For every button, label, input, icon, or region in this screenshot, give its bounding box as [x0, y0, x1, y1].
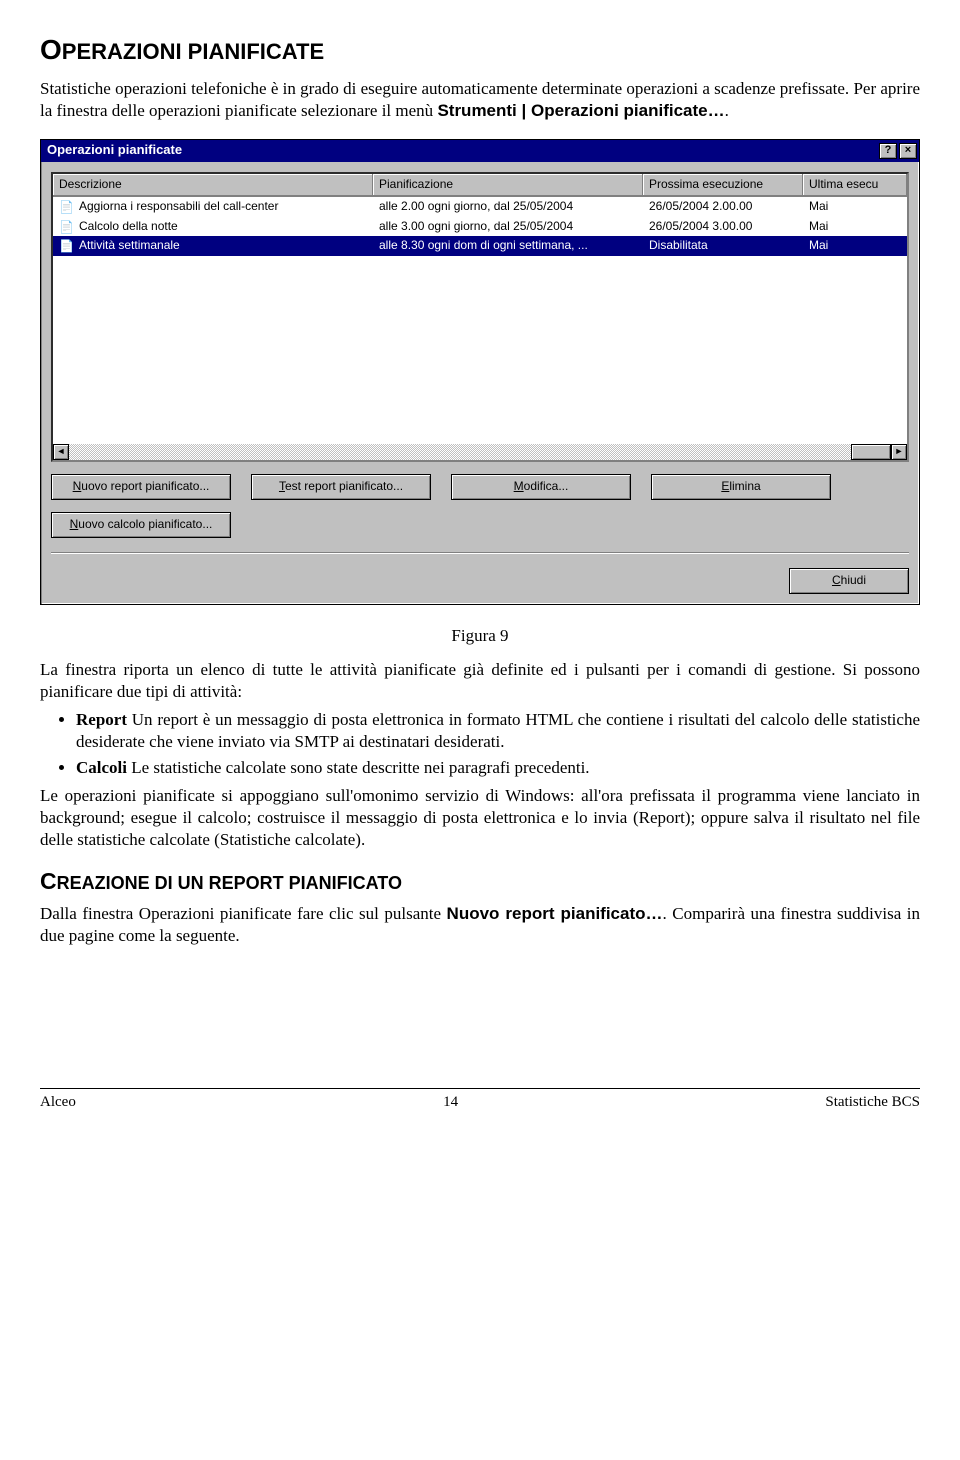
list-item: Report Un report è un messaggio di posta…	[76, 709, 920, 753]
cell-plan: alle 8.30 ogni dom di ogni settimana, ..…	[373, 237, 643, 255]
title-cap: O	[40, 34, 62, 65]
cell-desc: 📄Attività settimanale	[53, 237, 373, 255]
dialog-title: Operazioni pianificate	[43, 142, 877, 159]
intro-paragraph: Statistiche operazioni telefoniche è in …	[40, 78, 920, 122]
col-header-next[interactable]: Prossima esecuzione	[643, 174, 803, 197]
list-header: Descrizione Pianificazione Prossima esec…	[53, 174, 907, 198]
figure-caption: Figura 9	[40, 625, 920, 647]
cell-next: Disabilitata	[643, 237, 803, 255]
scroll-right-icon[interactable]: ►	[891, 444, 907, 460]
sec2-rest: REAZIONE DI UN REPORT PIANIFICATO	[57, 873, 402, 893]
table-row[interactable]: 📄Attività settimanalealle 8.30 ogni dom …	[53, 236, 907, 256]
cell-next: 26/05/2004 3.00.00	[643, 218, 803, 236]
chiudi-button[interactable]: Chiudi	[789, 568, 909, 594]
button-row-2: Nuovo calcolo pianificato...	[51, 512, 909, 538]
close-button[interactable]: ×	[899, 143, 917, 159]
bullet-list: Report Un report è un messaggio di posta…	[76, 709, 920, 779]
scroll-left-icon[interactable]: ◄	[53, 444, 69, 460]
dialog-body: Descrizione Pianificazione Prossima esec…	[41, 162, 919, 604]
cell-last: Mai	[803, 198, 907, 216]
table-row[interactable]: 📄Calcolo della nottealle 3.00 ogni giorn…	[53, 217, 907, 237]
footer-left: Alceo	[40, 1093, 76, 1113]
intro-end: .	[725, 101, 729, 120]
bullet-term: Report	[76, 710, 127, 729]
cell-plan: alle 3.00 ogni giorno, dal 25/05/2004	[373, 218, 643, 236]
sec2-cap: C	[40, 868, 57, 894]
footer-right: Statistiche BCS	[825, 1093, 920, 1113]
scroll-track[interactable]	[69, 444, 891, 460]
elimina-button[interactable]: Elimina	[651, 474, 831, 500]
col-header-last[interactable]: Ultima esecu	[803, 174, 907, 197]
divider	[51, 552, 909, 554]
para-4: Dalla finestra Operazioni pianificate fa…	[40, 903, 920, 947]
menu-path: Strumenti | Operazioni pianificate…	[437, 101, 724, 120]
list-frame: Descrizione Pianificazione Prossima esec…	[51, 172, 909, 462]
title-rest: PERAZIONI PIANIFICATE	[62, 39, 324, 64]
list-item: Calcoli Le statistiche calcolate sono st…	[76, 757, 920, 779]
scroll-thumb[interactable]	[851, 444, 891, 460]
horizontal-scrollbar[interactable]: ◄ ►	[53, 444, 907, 460]
task-icon: 📄	[59, 239, 77, 253]
col-header-plan[interactable]: Pianificazione	[373, 174, 643, 197]
task-icon: 📄	[59, 220, 77, 234]
nuovo-report-button[interactable]: Nuovo report pianificato...	[51, 474, 231, 500]
bullet-text: Un report è un messaggio di posta elettr…	[76, 710, 920, 751]
cell-desc: 📄Calcolo della notte	[53, 218, 373, 236]
para-2: La finestra riporta un elenco di tutte l…	[40, 659, 920, 703]
page-footer: Alceo 14 Statistiche BCS	[40, 1088, 920, 1113]
table-row[interactable]: 📄Aggiorna i responsabili del call-center…	[53, 197, 907, 217]
button-row-3: Chiudi	[51, 568, 909, 594]
cell-next: 26/05/2004 2.00.00	[643, 198, 803, 216]
nuovo-calcolo-button[interactable]: Nuovo calcolo pianificato...	[51, 512, 231, 538]
help-button[interactable]: ?	[879, 143, 897, 159]
bullet-term: Calcoli	[76, 758, 127, 777]
bullet-text: Le statistiche calcolate sono state desc…	[127, 758, 590, 777]
test-report-button[interactable]: Test report pianificato...	[251, 474, 431, 500]
cell-plan: alle 2.00 ogni giorno, dal 25/05/2004	[373, 198, 643, 216]
button-row-1: Nuovo report pianificato... Test report …	[51, 474, 909, 500]
cell-last: Mai	[803, 218, 907, 236]
dialog-titlebar: Operazioni pianificate ? ×	[41, 140, 919, 162]
para4-pre: Dalla finestra Operazioni pianificate fa…	[40, 904, 447, 923]
task-icon: 📄	[59, 200, 77, 214]
dialog-window: Operazioni pianificate ? × Descrizione P…	[40, 139, 920, 605]
col-header-desc[interactable]: Descrizione	[53, 174, 373, 197]
para-3: Le operazioni pianificate si appoggiano …	[40, 785, 920, 851]
cell-desc: 📄Aggiorna i responsabili del call-center	[53, 198, 373, 216]
footer-center: 14	[443, 1093, 458, 1113]
section-heading-2: CREAZIONE DI UN REPORT PIANIFICATO	[40, 867, 920, 897]
modifica-button[interactable]: Modifica...	[451, 474, 631, 500]
para4-button-ref: Nuovo report pianificato…	[447, 904, 663, 923]
page-title: OPERAZIONI PIANIFICATE	[40, 32, 920, 68]
cell-last: Mai	[803, 237, 907, 255]
